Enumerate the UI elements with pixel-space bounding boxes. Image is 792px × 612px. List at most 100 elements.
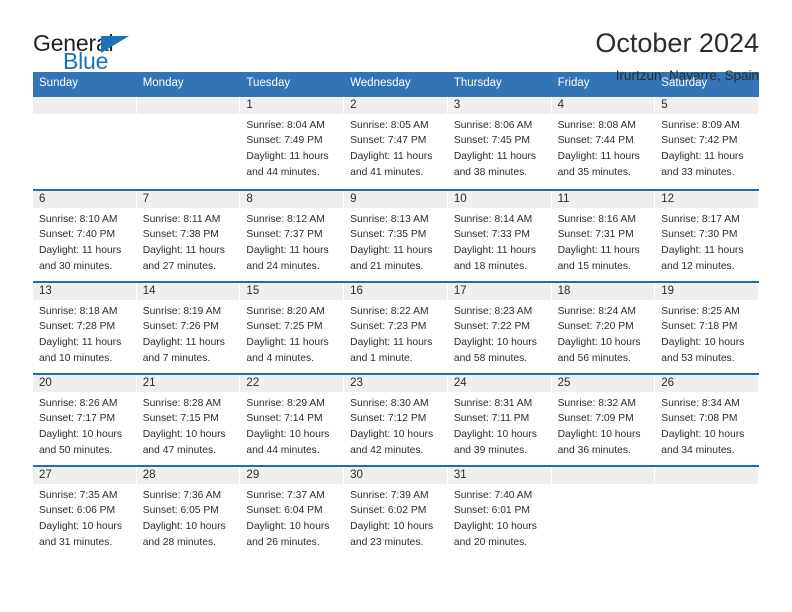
- day-detail-line: Sunset: 7:08 PM: [661, 413, 738, 425]
- day-detail-line: and 44 minutes.: [246, 444, 320, 456]
- day-cell-2[interactable]: 2 Sunrise: 8:05 AM Sunset: 7:47 PM Daylight…: [344, 96, 448, 189]
- day-cell-19[interactable]: 19 Sunrise: 8:25 AM Sunset: 7:18 PM Dayligh…: [655, 282, 759, 373]
- day-detail-line: Sunrise: 8:29 AM: [246, 397, 325, 409]
- day-detail-line: and 35 minutes.: [557, 166, 631, 178]
- weekday-header-saturday: Saturday: [661, 77, 708, 89]
- day-detail-line: Sunrise: 8:06 AM: [453, 119, 533, 131]
- day-cell-24[interactable]: 24 Sunrise: 8:31 AM Sunset: 7:11 PM Dayligh…: [447, 374, 552, 465]
- day-cell-20[interactable]: 20 Sunrise: 8:26 AM Sunset: 7:17 PM Dayligh…: [33, 374, 137, 465]
- day-number: 8: [240, 190, 344, 208]
- day-number: [136, 96, 240, 114]
- day-cell-14[interactable]: 14 Sunrise: 8:19 AM Sunset: 7:26 PM Dayligh…: [136, 282, 241, 373]
- day-detail-line: Daylight: 10 hours: [453, 521, 537, 533]
- day-cell-5[interactable]: 5 Sunrise: 8:09 AM Sunset: 7:42 PM Daylight…: [655, 96, 759, 189]
- day-detail-line: and 58 minutes.: [453, 352, 528, 364]
- day-detail-line: Sunrise: 8:13 AM: [350, 213, 429, 225]
- day-cell-17[interactable]: 17 Sunrise: 8:23 AM Sunset: 7:22 PM Dayligh…: [447, 282, 552, 373]
- day-detail-line: Sunrise: 8:10 AM: [39, 213, 118, 225]
- day-detail-line: Sunrise: 7:37 AM: [246, 489, 325, 501]
- day-cell-16[interactable]: 16 Sunrise: 8:22 AM Sunset: 7:23 PM Dayligh…: [344, 282, 448, 373]
- day-number: 1: [240, 96, 344, 114]
- day-detail-line: Sunset: 7:38 PM: [142, 229, 219, 241]
- day-detail-line: Daylight: 10 hours: [142, 429, 226, 441]
- day-cell-28[interactable]: 28 Sunrise: 7:36 AM Sunset: 6:05 PM Dayligh…: [136, 466, 241, 557]
- day-detail-line: Sunset: 7:28 PM: [39, 321, 116, 333]
- day-detail-line: Sunset: 7:47 PM: [350, 135, 427, 147]
- day-detail-line: Daylight: 11 hours: [142, 245, 225, 257]
- day-details: Sunrise: 8:25 AM Sunset: 7:18 PM Daylight:…: [655, 300, 758, 367]
- day-number: 12: [655, 190, 758, 208]
- day-cell-1[interactable]: 1 Sunrise: 8:04 AM Sunset: 7:49 PM Daylight…: [240, 96, 345, 189]
- day-cell-7[interactable]: 7 Sunrise: 8:11 AM Sunset: 7:38 PM Daylight…: [136, 190, 241, 281]
- general-blue-logo[interactable]: General Blue: [33, 28, 153, 74]
- day-details: Sunrise: 8:29 AM Sunset: 7:14 PM Daylight:…: [240, 392, 343, 459]
- day-detail-line: Daylight: 11 hours: [661, 151, 744, 163]
- day-cell-15[interactable]: 15 Sunrise: 8:20 AM Sunset: 7:25 PM Dayligh…: [240, 282, 345, 373]
- day-details: Sunrise: 8:19 AM Sunset: 7:26 PM Daylight:…: [137, 300, 240, 367]
- day-cell-31[interactable]: 31 Sunrise: 7:40 AM Sunset: 6:01 PM Dayligh…: [447, 466, 552, 557]
- day-number: 10: [447, 190, 551, 208]
- day-detail-line: Daylight: 11 hours: [246, 151, 329, 163]
- day-details: Sunrise: 8:06 AM Sunset: 7:45 PM Daylight:…: [448, 114, 551, 181]
- day-detail-line: and 44 minutes.: [246, 166, 320, 178]
- day-cell-6[interactable]: 6 Sunrise: 8:10 AM Sunset: 7:40 PM Daylight…: [33, 190, 137, 281]
- weekday-header-tuesday: Tuesday: [246, 77, 291, 89]
- day-details: Sunrise: 7:39 AM Sunset: 6:02 PM Daylight:…: [344, 484, 447, 551]
- day-number: 11: [551, 190, 655, 208]
- day-details: Sunrise: 8:13 AM Sunset: 7:35 PM Daylight:…: [344, 208, 447, 275]
- day-number: 26: [655, 374, 758, 392]
- day-detail-line: and 50 minutes.: [39, 444, 113, 456]
- day-cell-8[interactable]: 8 Sunrise: 8:12 AM Sunset: 7:37 PM Daylight…: [240, 190, 345, 281]
- day-number: 3: [447, 96, 551, 114]
- day-cell-18[interactable]: 18 Sunrise: 8:24 AM Sunset: 7:20 PM Dayligh…: [551, 282, 656, 373]
- day-number: 19: [655, 282, 758, 300]
- day-detail-line: Sunset: 7:45 PM: [453, 135, 530, 147]
- day-details: Sunrise: 8:12 AM Sunset: 7:37 PM Daylight:…: [240, 208, 343, 275]
- day-details: Sunrise: 8:22 AM Sunset: 7:23 PM Daylight:…: [344, 300, 447, 367]
- weekday-header-row: Sunday Monday Tuesday Wednesday Thursday Frid…: [33, 72, 759, 97]
- day-number: 31: [447, 466, 551, 484]
- day-detail-line: Sunrise: 8:18 AM: [39, 305, 118, 317]
- day-details: Sunrise: 8:18 AM Sunset: 7:28 PM Daylight:…: [33, 300, 136, 367]
- day-detail-line: Daylight: 10 hours: [246, 429, 330, 441]
- day-cell-30[interactable]: 30 Sunrise: 7:39 AM Sunset: 6:02 PM Dayligh…: [344, 466, 448, 557]
- day-cell-21[interactable]: 21 Sunrise: 8:28 AM Sunset: 7:15 PM Dayligh…: [136, 374, 241, 465]
- day-cell-26[interactable]: 26 Sunrise: 8:34 AM Sunset: 7:08 PM Dayligh…: [655, 374, 759, 465]
- day-cell-empty: [655, 466, 759, 557]
- day-cell-13[interactable]: 13 Sunrise: 8:18 AM Sunset: 7:28 PM Dayligh…: [33, 282, 137, 373]
- day-cell-10[interactable]: 10 Sunrise: 8:14 AM Sunset: 7:33 PM Dayligh…: [447, 190, 552, 281]
- day-cell-25[interactable]: 25 Sunrise: 8:32 AM Sunset: 7:09 PM Dayligh…: [551, 374, 656, 465]
- day-cell-22[interactable]: 22 Sunrise: 8:29 AM Sunset: 7:14 PM Dayligh…: [240, 374, 345, 465]
- day-cell-23[interactable]: 23 Sunrise: 8:30 AM Sunset: 7:12 PM Dayligh…: [344, 374, 448, 465]
- day-detail-line: and 26 minutes.: [246, 536, 320, 548]
- day-detail-line: Sunrise: 8:30 AM: [350, 397, 429, 409]
- day-detail-line: Sunrise: 8:19 AM: [142, 305, 222, 317]
- day-cell-29[interactable]: 29 Sunrise: 7:37 AM Sunset: 6:04 PM Dayligh…: [240, 466, 345, 557]
- day-details: [33, 114, 136, 118]
- day-detail-line: Sunrise: 7:35 AM: [39, 489, 118, 501]
- day-details: Sunrise: 8:28 AM Sunset: 7:15 PM Daylight:…: [137, 392, 240, 459]
- day-cell-11[interactable]: 11 Sunrise: 8:16 AM Sunset: 7:31 PM Dayligh…: [551, 190, 656, 281]
- day-cell-4[interactable]: 4 Sunrise: 8:08 AM Sunset: 7:44 PM Daylight…: [551, 96, 656, 189]
- day-detail-line: Sunrise: 8:16 AM: [557, 213, 636, 225]
- day-detail-line: Sunset: 6:04 PM: [246, 505, 323, 517]
- day-cell-12[interactable]: 12 Sunrise: 8:17 AM Sunset: 7:30 PM Dayligh…: [655, 190, 759, 281]
- day-detail-line: and 31 minutes.: [39, 536, 113, 548]
- day-cell-27[interactable]: 27 Sunrise: 7:35 AM Sunset: 6:06 PM Dayligh…: [33, 466, 137, 557]
- day-number: 29: [240, 466, 344, 484]
- day-number: 23: [344, 374, 447, 392]
- day-detail-line: and 38 minutes.: [453, 166, 528, 178]
- day-detail-line: Sunset: 6:06 PM: [39, 505, 116, 517]
- day-detail-line: Sunrise: 8:31 AM: [453, 397, 533, 409]
- day-details: Sunrise: 7:37 AM Sunset: 6:04 PM Daylight:…: [240, 484, 343, 551]
- day-cell-3[interactable]: 3 Sunrise: 8:06 AM Sunset: 7:45 PM Daylight…: [447, 96, 552, 189]
- logo-text-blue: Blue: [63, 48, 109, 74]
- calendar-week-row: 1 Sunrise: 8:04 AM Sunset: 7:49 PM Daylight…: [33, 96, 759, 189]
- day-detail-line: and 1 minute.: [350, 352, 413, 364]
- day-details: Sunrise: 8:05 AM Sunset: 7:47 PM Daylight:…: [344, 114, 447, 181]
- day-cell-9[interactable]: 9 Sunrise: 8:13 AM Sunset: 7:35 PM Daylight…: [344, 190, 448, 281]
- day-detail-line: Daylight: 11 hours: [350, 245, 433, 257]
- day-detail-line: Daylight: 10 hours: [350, 521, 434, 533]
- page-title: October 2024: [595, 28, 759, 58]
- day-number: 5: [655, 96, 758, 114]
